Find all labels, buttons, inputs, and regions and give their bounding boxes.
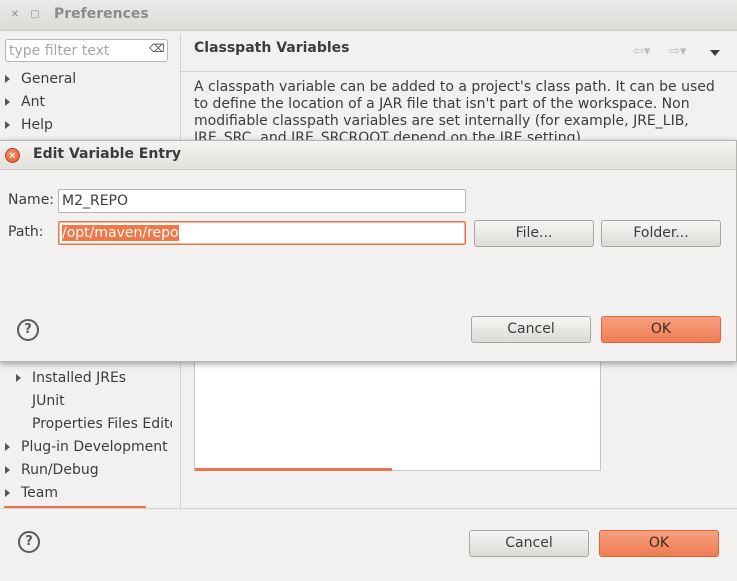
path-field[interactable]: /opt/maven/repo: [58, 221, 466, 245]
preferences-ok-button[interactable]: OK: [599, 530, 719, 557]
dialog-ok-button[interactable]: OK: [601, 316, 721, 343]
tree-item-junit[interactable]: JUnit: [32, 393, 65, 409]
header-separator: [181, 71, 737, 72]
path-label: Path:: [8, 224, 44, 240]
preferences-titlebar: ✕ ▢ Preferences: [0, 0, 737, 31]
help-icon[interactable]: ?: [18, 531, 40, 553]
tree-item-plugin-development[interactable]: Plug-in Development: [21, 439, 168, 455]
expand-general-icon[interactable]: [5, 75, 10, 83]
back-arrow-icon[interactable]: ⇦▾: [633, 44, 650, 59]
expand-plugin-development-icon[interactable]: [5, 443, 10, 451]
view-menu-icon[interactable]: [710, 50, 720, 56]
dialog-help-icon[interactable]: ?: [17, 319, 39, 341]
dialog-titlebar: ✕ Edit Variable Entry: [0, 141, 736, 170]
dialog-cancel-button[interactable]: Cancel: [471, 316, 591, 343]
tree-item-help[interactable]: Help: [21, 117, 53, 133]
folder-button[interactable]: Folder...: [601, 220, 721, 247]
expand-installed-jres-icon[interactable]: [16, 374, 21, 382]
tree-item-general[interactable]: General: [21, 71, 76, 87]
tree-item-run-debug[interactable]: Run/Debug: [21, 462, 99, 478]
window-title: Preferences: [54, 6, 149, 22]
expand-help-icon[interactable]: [5, 121, 10, 129]
name-input[interactable]: [59, 190, 452, 211]
edit-variable-dialog: ✕ Edit Variable Entry Name: Path: /opt/m…: [0, 140, 737, 362]
close-window-icon[interactable]: ✕: [8, 8, 22, 22]
expand-team-icon[interactable]: [5, 489, 10, 497]
clear-filter-icon[interactable]: ⌫: [149, 43, 165, 55]
name-label: Name:: [8, 192, 55, 208]
preferences-cancel-button[interactable]: Cancel: [469, 530, 589, 557]
close-icon[interactable]: ✕: [5, 148, 20, 163]
file-button[interactable]: File...: [474, 220, 594, 247]
tree-item-properties-files-editor[interactable]: Properties Files Edito: [32, 416, 172, 432]
tree-item-team[interactable]: Team: [21, 485, 58, 501]
expand-run-debug-icon[interactable]: [5, 466, 10, 474]
expand-ant-icon[interactable]: [5, 98, 10, 106]
page-description: A classpath variable can be added to a p…: [194, 79, 715, 146]
dialog-title: Edit Variable Entry: [33, 146, 182, 162]
page-title: Classpath Variables: [194, 40, 350, 56]
tree-item-ant[interactable]: Ant: [21, 94, 45, 110]
tree-item-installed-jres[interactable]: Installed JREs: [32, 370, 126, 386]
page-header: Classpath Variables ⇦▾ ⇨▾: [181, 34, 737, 72]
maximize-window-icon[interactable]: ▢: [28, 8, 42, 22]
filter-input-box[interactable]: ⌫: [5, 39, 168, 62]
footer-separator: [0, 508, 737, 509]
name-field[interactable]: [58, 189, 466, 213]
list-horizontal-scrollbar[interactable]: [195, 468, 392, 471]
classpath-variables-list[interactable]: [194, 360, 601, 471]
path-input[interactable]: /opt/maven/repo: [62, 225, 179, 241]
filter-input[interactable]: [6, 40, 139, 61]
forward-arrow-icon[interactable]: ⇨▾: [669, 44, 686, 59]
